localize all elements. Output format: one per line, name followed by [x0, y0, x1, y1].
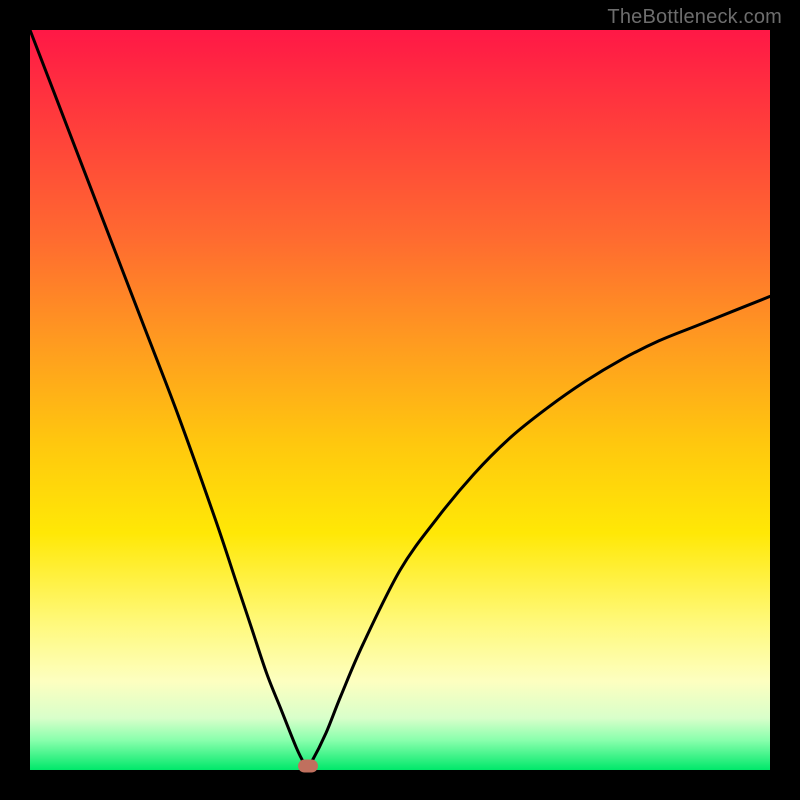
- bottleneck-curve: [30, 30, 770, 770]
- plot-area: [30, 30, 770, 770]
- curve-path: [30, 30, 770, 767]
- watermark-text: TheBottleneck.com: [607, 6, 782, 29]
- optimum-marker: [298, 760, 318, 773]
- chart-frame: TheBottleneck.com: [0, 0, 800, 800]
